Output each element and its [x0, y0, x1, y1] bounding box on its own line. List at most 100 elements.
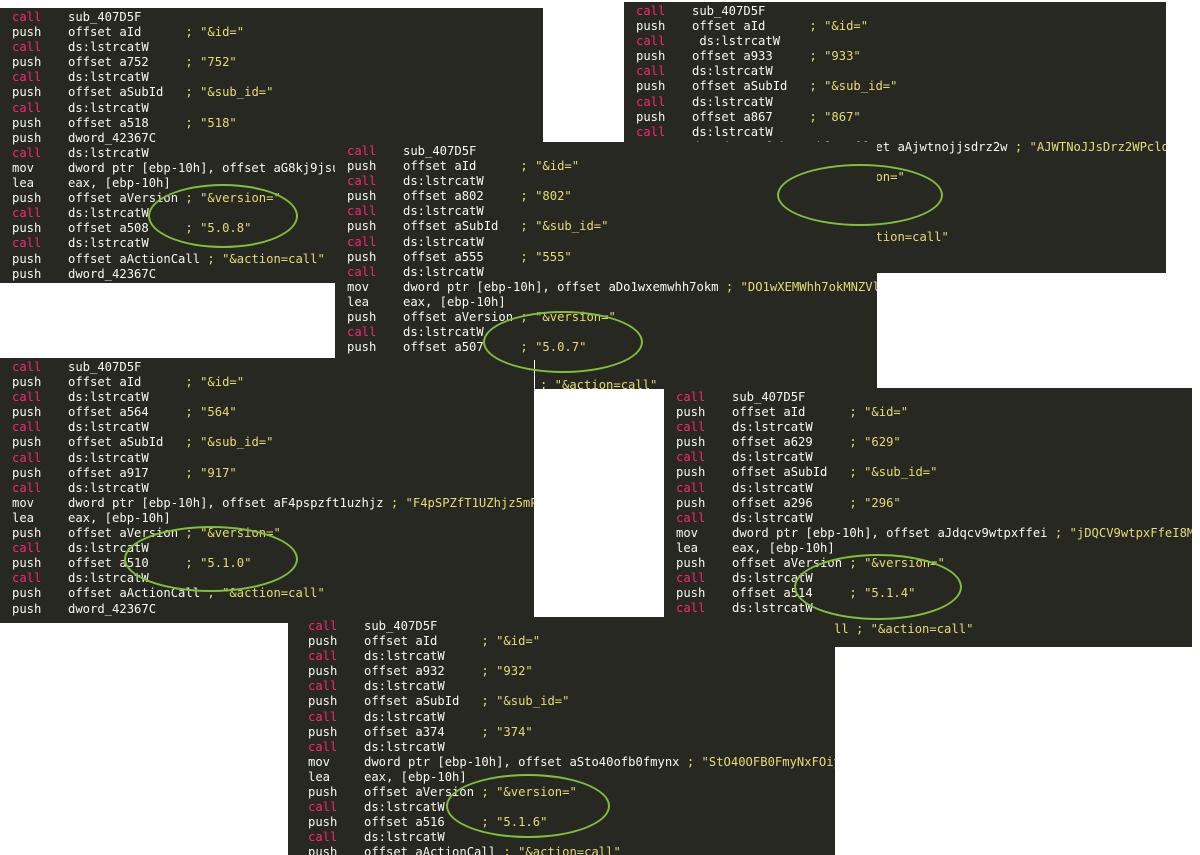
asm-line: push offset aActionCall ; "&action=call" — [12, 586, 534, 601]
asm-mnemonic: push — [12, 465, 42, 480]
asm-operand: ds:lstrcatW — [403, 174, 484, 189]
asm-operand: ds:lstrcatW — [68, 390, 149, 405]
asm-mnemonic: call — [676, 480, 706, 495]
asm-mnemonic: push — [636, 19, 666, 34]
asm-line: call ds:lstrcatW — [676, 420, 1192, 435]
asm-line: push offset aVersion ; "&version=" — [676, 556, 1192, 571]
asm-line: call ds:lstrcatW — [308, 800, 835, 815]
asm-line: mov dword ptr [ebp-10h], offset aJdqcv9wt… — [676, 526, 1192, 541]
asm-mnemonic: push — [12, 115, 42, 130]
asm-operand: ds:lstrcatW — [732, 480, 813, 495]
disasm-panel-3-tail: ; "&action=call" — [535, 358, 877, 389]
asm-line: call ds:lstrcatW — [12, 101, 543, 116]
asm-mnemonic: call — [308, 679, 338, 694]
asm-mnemonic: push — [12, 25, 42, 40]
asm-operand: ds:lstrcatW — [732, 510, 813, 525]
asm-mnemonic: push — [347, 340, 377, 355]
asm-comment: ; "&id=" — [809, 19, 869, 34]
asm-mnemonic: call — [347, 144, 377, 158]
asm-operand: offset a933 — [692, 49, 810, 64]
asm-mnemonic: call — [12, 206, 42, 221]
asm-comment: ; "&version=" — [520, 310, 616, 325]
asm-operand: offset aVersion — [364, 785, 482, 800]
asm-operand: ds:lstrcatW — [68, 450, 149, 465]
asm-line: push offset a510 ; "5.1.0" — [12, 556, 534, 571]
asm-operand: sub_407D5F — [692, 4, 766, 18]
asm-mnemonic: mov — [12, 160, 35, 175]
asm-operand: eax, [ebp-10h] — [68, 176, 171, 191]
asm-mnemonic: push — [676, 586, 706, 601]
asm-line: call ds:lstrcatW — [12, 390, 534, 405]
asm-operand: offset a917 — [68, 465, 186, 480]
asm-comment: ; "&version=" — [481, 785, 577, 800]
asm-comment: ; "&id=" — [849, 405, 909, 420]
asm-line: mov dword ptr [ebp-10h], offset aDo1wxemw… — [347, 280, 877, 295]
asm-line: push offset aActionCall ; "&action=call" — [308, 845, 835, 855]
asm-comment: ; "&id=" — [185, 375, 245, 390]
asm-mnemonic: call — [12, 10, 42, 24]
asm-mnemonic: push — [347, 249, 377, 264]
disasm-panel-3: call sub_407D5F push offset aId ; "&id=" cal… — [335, 142, 877, 360]
asm-line: call ds:lstrcatW — [347, 325, 877, 340]
asm-line: call ds:lstrcatW — [676, 450, 1192, 465]
asm-line: call sub_407D5F — [676, 390, 1192, 405]
asm-operand: offset a516 — [364, 815, 482, 830]
asm-comment: ; "&id=" — [520, 159, 580, 174]
asm-operand: offset aId — [364, 634, 482, 649]
asm-line: call ds:lstrcatW — [308, 649, 835, 664]
asm-mnemonic: push — [12, 55, 42, 70]
asm-mnemonic: call — [308, 739, 338, 754]
asm-line: lea eax, [ebp-10h] — [347, 295, 877, 310]
asm-operand: eax, [ebp-10h] — [732, 540, 835, 555]
asm-comment: ; "5.0.7" — [520, 340, 587, 355]
asm-operand: ds:lstrcatW — [364, 830, 445, 845]
asm-operand: sub_407D5F — [68, 10, 142, 24]
asm-mnemonic: call — [308, 830, 338, 845]
asm-mnemonic: push — [12, 375, 42, 390]
asm-mnemonic: call — [347, 204, 377, 219]
asm-mnemonic: call — [676, 510, 706, 525]
asm-mnemonic: lea — [347, 294, 370, 309]
asm-mnemonic: push — [676, 465, 706, 480]
asm-operand: offset a296 — [732, 495, 850, 510]
asm-comment: ; "&version=" — [185, 526, 281, 541]
asm-line: mov dword ptr [ebp-10h], offset aF4pspzft… — [12, 496, 534, 511]
asm-mnemonic: call — [308, 649, 338, 664]
asm-comment: ; "5.0.8" — [185, 221, 252, 236]
asm-line: call ds:lstrcatW — [12, 40, 543, 55]
asm-operand: ds:lstrcatW — [364, 679, 445, 694]
asm-operand: offset a518 — [68, 115, 186, 130]
asm-comment: ; "&sub_id=" — [481, 694, 570, 709]
asm-operand: dword_42367C — [68, 266, 157, 281]
asm-operand: ds:lstrcatW — [692, 34, 781, 49]
asm-line: push offset a917 ; "917" — [12, 466, 534, 481]
asm-operand: ds:lstrcatW — [732, 571, 813, 586]
asm-comment: ; "933" — [809, 49, 861, 64]
asm-line: push offset a374 ; "374" — [308, 725, 835, 740]
asm-mnemonic: call — [676, 390, 706, 404]
asm-comment: ; "5.1.6" — [481, 815, 548, 830]
asm-line: lea eax, [ebp-10h] — [12, 511, 534, 526]
asm-comment: ; "555" — [520, 249, 572, 264]
action-call-comment: ; "&action=call" — [540, 378, 658, 389]
asm-mnemonic: call — [676, 420, 706, 435]
asm-mnemonic: push — [636, 79, 666, 94]
asm-operand: offset a508 — [68, 221, 186, 236]
asm-line: push dword_42367C — [12, 602, 534, 617]
asm-line: call sub_407D5F — [347, 144, 877, 159]
asm-mnemonic: call — [12, 480, 42, 495]
asm-line: call ds:lstrcatW — [12, 70, 543, 85]
asm-operand: ds:lstrcatW — [68, 420, 149, 435]
asm-mnemonic: push — [676, 556, 706, 571]
asm-line: call sub_407D5F — [308, 619, 835, 634]
disasm-panel-5: call sub_407D5F push offset aId ; "&id=" cal… — [664, 388, 1192, 647]
asm-operand: offset aSubId — [68, 435, 186, 450]
asm-mnemonic: call — [12, 541, 42, 556]
asm-line: call ds:lstrcatW — [676, 511, 1192, 526]
disasm-panel-4: call sub_407D5F push offset aId ; "&id=" cal… — [0, 358, 534, 623]
asm-operand: offset aSubId — [364, 694, 482, 709]
asm-operand: offset a514 — [732, 586, 850, 601]
asm-line: call ds:lstrcatW — [308, 679, 835, 694]
asm-comment: ; "DO1wXEMWhh7okMNZVl5s — [725, 279, 877, 294]
asm-mnemonic: push — [308, 815, 338, 830]
